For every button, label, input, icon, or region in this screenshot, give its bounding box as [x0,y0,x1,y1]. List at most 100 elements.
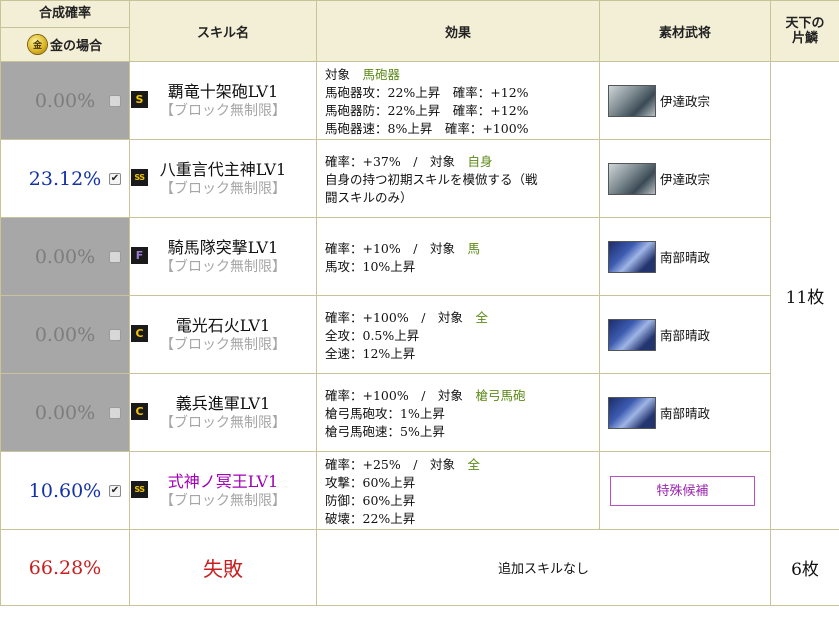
fail-effect: 追加スキルなし [316,529,771,606]
skill-checkbox[interactable] [109,94,121,107]
general-portrait-icon[interactable] [608,240,656,273]
effect-line: 対象 馬砲器 [325,66,599,84]
special-candidate-button[interactable]: 特殊候補 [610,475,755,506]
effect-target: 自身 [467,153,493,169]
skill-checkbox[interactable] [109,250,121,263]
material-cell: 南部晴政 [599,217,771,296]
rate-value: 23.12% [28,167,102,190]
effect-cell: 確率：+25% / 対象 全攻撃：60%上昇 防御：60%上昇 破壊：22%上昇 [316,451,600,530]
general-name: 南部晴政 [660,328,711,343]
effect-text: 確率：+100% / 対象 [325,387,463,403]
effect-text: 自身の持つ初期スキルを模倣する（戦 [325,171,538,187]
skill-checkbox[interactable]: ✔ [109,484,121,497]
material-cell: 伊達政宗 [599,139,771,218]
skill-name: 式神ノ冥王LV1 [167,471,279,491]
material-general: 伊達政宗 [608,84,770,117]
skill-name: 騎馬隊突撃LV1 [167,237,279,257]
effect-target: 全 [475,309,488,325]
effect-text: 闘スキルのみ） [325,189,413,205]
rate-cell: 0.00% [0,373,130,452]
effect-line: 馬砲器速：8%上昇 確率：+100% [325,120,599,138]
material-cell: 南部晴政 [599,373,771,452]
effect-text: 確率：+37% / 対象 [325,153,455,169]
skill-cell: C 義兵進軍LV1 【ブロック無制限】 [129,373,317,452]
material-cell: 伊達政宗 [599,61,771,140]
effect-line: 破壊：22%上昇 [325,510,599,528]
skill-checkbox[interactable]: ✔ [109,172,121,185]
effect-line: 確率：+100% / 対象 槍弓馬砲 [325,387,599,405]
effect-line: 全速：12%上昇 [325,345,599,363]
effect-text: 攻撃：60%上昇 [325,474,416,490]
skill-checkbox[interactable] [109,406,121,419]
composition-table: 合成確率 金 金の場合 スキル名 効果 素材武将 天下の 片鱗 0.00% S 覇竜… [0,0,839,606]
rate-value: 0.00% [34,89,96,112]
effect-line: 全攻：0.5%上昇 [325,327,599,345]
fail-count: 6枚 [770,529,839,606]
general-name: 伊達政宗 [660,94,711,109]
effect-text: 確率：+25% / 対象 [325,456,455,472]
material-general: 南部晴政 [608,318,770,351]
effect-line: 確率：+37% / 対象 自身 [325,153,599,171]
skill-name: 電光石火LV1 [175,315,271,335]
effect-line: 確率：+25% / 対象 全 [325,456,599,474]
effect-cell: 確率：+10% / 対象 馬馬攻：10%上昇 [316,217,600,296]
general-portrait-icon[interactable] [608,318,656,351]
effect-line: 確率：+10% / 対象 馬 [325,240,599,258]
header-gold-label: 金の場合 [49,39,102,54]
rank-badge-icon: F [131,247,148,264]
skill-restriction: 【ブロック無制限】 [160,492,286,509]
table-row: 0.00% C 電光石火LV1 【ブロック無制限】 確率：+100% / 対象 全全攻：… [0,295,839,374]
general-name: 南部晴政 [660,406,711,421]
effect-line: 攻撃：60%上昇 [325,474,599,492]
table-row: 23.12% ✔ SS 八重言代主神LV1 【ブロック無制限】 確率：+37% / 対象 … [0,139,839,218]
effect-text: 確率：+100% / 対象 [325,309,463,325]
skill-restriction: 【ブロック無制限】 [160,258,286,275]
rank-badge-icon: C [131,403,148,420]
header-tenka: 天下の 片鱗 [770,0,839,62]
effect-line: 自身の持つ初期スキルを模倣する（戦 [325,171,599,189]
effect-target: 全 [467,456,480,472]
effect-text: 馬砲器攻：22%上昇 確率：+12% [325,84,529,100]
table-row: 0.00% F 騎馬隊突撃LV1 【ブロック無制限】 確率：+10% / 対象 馬馬攻：… [0,217,839,296]
effect-text: 対象 [325,66,351,82]
skill-cell: C 電光石火LV1 【ブロック無制限】 [129,295,317,374]
header-material: 素材武将 [599,0,771,62]
fail-row: 66.28% 失敗 追加スキルなし 6枚 [0,529,839,606]
effect-cell: 対象 馬砲器 馬砲器攻：22%上昇 確率：+12% 馬砲器防：22%上昇 確率：+1… [316,61,600,140]
fail-rate: 66.28% [0,529,130,606]
header-rate-title: 合成確率 [1,1,129,28]
effect-line: 馬砲器攻：22%上昇 確率：+12% [325,84,599,102]
rate-cell: 0.00% [0,295,130,374]
rank-badge-icon: SS [131,481,148,498]
skill-checkbox[interactable] [109,328,121,341]
skill-restriction: 【ブロック無制限】 [160,414,286,431]
effect-line: 馬攻：10%上昇 [325,258,599,276]
effect-line: 槍弓馬砲速：5%上昇 [325,423,599,441]
general-name: 南部晴政 [660,250,711,265]
header-gold: 金 金の場合 [1,28,129,61]
gold-coin-icon: 金 [27,35,47,54]
rate-cell: 10.60% ✔ [0,451,130,530]
effect-line: 確率：+100% / 対象 全 [325,309,599,327]
table-row: 0.00% C 義兵進軍LV1 【ブロック無制限】 確率：+100% / 対象 槍弓馬砲… [0,373,839,452]
tenka-count: 11枚 [770,61,839,530]
skill-cell: F 騎馬隊突撃LV1 【ブロック無制限】 [129,217,317,296]
effect-text: 槍弓馬砲速：5%上昇 [325,423,445,439]
general-portrait-icon[interactable] [608,84,656,117]
rank-badge-icon: C [131,325,148,342]
header-effect: 効果 [316,0,600,62]
general-portrait-icon[interactable] [608,162,656,195]
rate-value: 0.00% [34,323,96,346]
effect-text: 槍弓馬砲攻：1%上昇 [325,405,445,421]
effect-line: 闘スキルのみ） [325,189,599,207]
skill-name: 義兵進軍LV1 [175,393,271,413]
rate-value: 0.00% [34,245,96,268]
effect-line: 馬砲器防：22%上昇 確率：+12% [325,102,599,120]
effect-target: 馬 [467,240,480,256]
effect-text: 防御：60%上昇 [325,492,416,508]
skill-name: 覇竜十架砲LV1 [167,81,279,101]
general-portrait-icon[interactable] [608,396,656,429]
effect-text: 馬砲器防：22%上昇 確率：+12% [325,102,529,118]
effect-cell: 確率：+100% / 対象 槍弓馬砲 槍弓馬砲攻：1%上昇 槍弓馬砲速：5%上昇 [316,373,600,452]
material-general: 南部晴政 [608,240,770,273]
